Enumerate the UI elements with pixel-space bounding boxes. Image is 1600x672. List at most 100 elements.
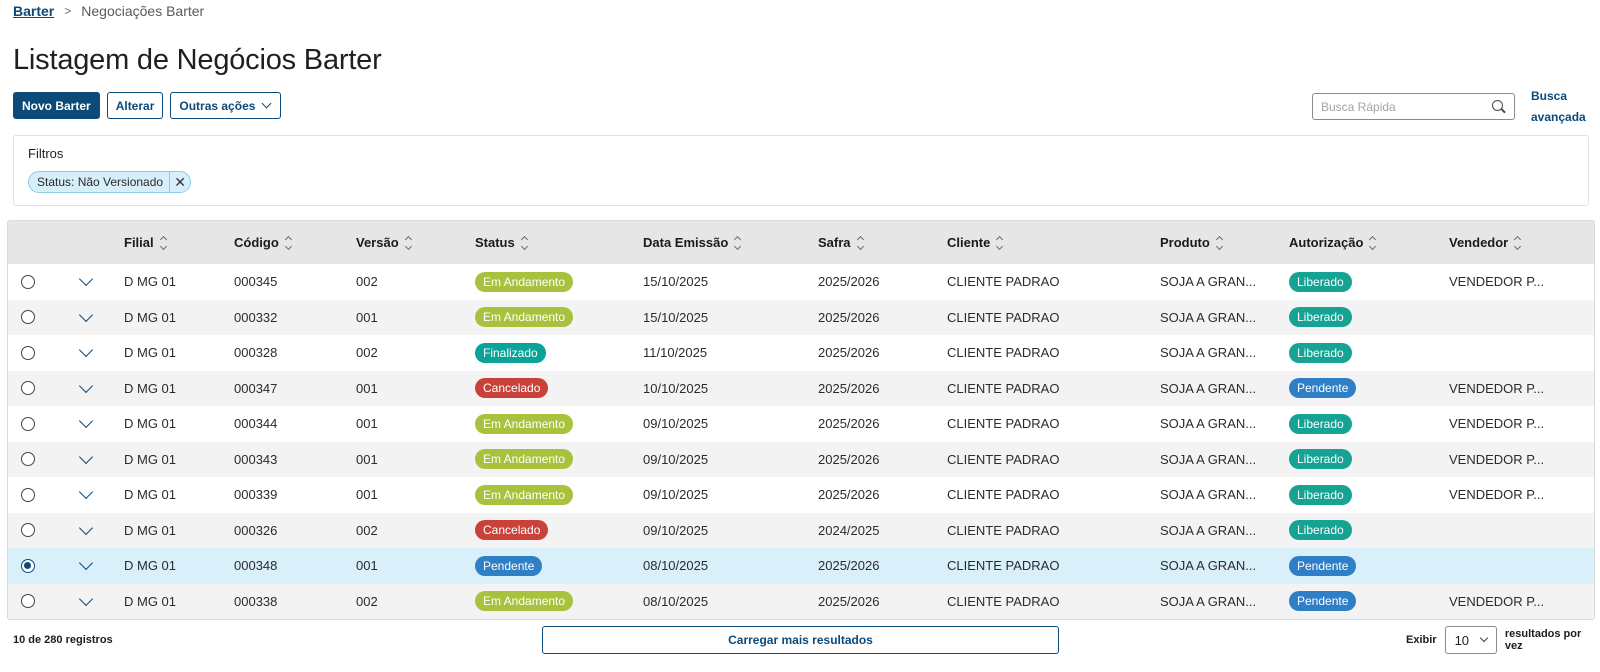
cell-versao: 001 xyxy=(356,442,378,478)
row-select-radio[interactable] xyxy=(21,274,35,289)
cell-data: 15/10/2025 xyxy=(643,300,708,336)
close-icon[interactable]: ✕ xyxy=(169,172,190,192)
cell-filial: D MG 01 xyxy=(124,264,176,300)
cell-text: CLIENTE PADRAO xyxy=(947,416,1060,432)
table-row[interactable]: D MG 01 000339 001 Em Andamento 09/10/2025 20… xyxy=(8,477,1594,513)
column-header-cliente[interactable]: Cliente xyxy=(947,221,1004,264)
chevron-down-icon[interactable] xyxy=(78,343,94,358)
column-header-safra[interactable]: Safra xyxy=(818,221,864,264)
column-header-autorizacao[interactable]: Autorização xyxy=(1289,221,1377,264)
chevron-down-icon[interactable] xyxy=(78,556,94,571)
row-select-radio[interactable] xyxy=(21,594,35,609)
column-header-label: Autorização xyxy=(1289,235,1364,250)
cell-safra: 2025/2026 xyxy=(818,548,879,584)
row-select-cell xyxy=(21,548,35,584)
sort-icon[interactable] xyxy=(1215,235,1223,250)
sort-icon[interactable] xyxy=(856,235,864,250)
chevron-down-icon[interactable] xyxy=(78,307,94,322)
column-header-versao[interactable]: Versão xyxy=(356,221,412,264)
cell-text: D MG 01 xyxy=(124,416,177,432)
cell-cliente: CLIENTE PADRAO xyxy=(947,335,1059,371)
chevron-down-icon[interactable] xyxy=(78,485,94,500)
sort-icon[interactable] xyxy=(404,235,412,250)
column-header-produto[interactable]: Produto xyxy=(1160,221,1223,264)
load-more-button[interactable]: Carregar mais resultados xyxy=(542,626,1059,654)
chevron-down-icon[interactable] xyxy=(78,591,94,606)
cell-text: 09/10/2025 xyxy=(643,522,709,538)
advanced-search-link[interactable]: Busca avançada xyxy=(1531,86,1591,128)
table-row[interactable]: D MG 01 000348 001 Pendente 08/10/2025 2025/2… xyxy=(8,548,1594,584)
table-row[interactable]: D MG 01 000338 002 Em Andamento 08/10/2025 20… xyxy=(8,583,1594,620)
row-select-radio[interactable] xyxy=(21,416,35,431)
row-select-radio[interactable] xyxy=(21,487,35,502)
cell-data: 08/10/2025 xyxy=(643,548,708,584)
row-select-cell xyxy=(21,264,35,300)
row-select-radio[interactable] xyxy=(21,523,35,538)
sort-icon[interactable] xyxy=(284,235,292,250)
quick-search-box xyxy=(1312,93,1515,120)
table-row[interactable]: D MG 01 000344 001 Em Andamento 09/10/2025 20… xyxy=(8,406,1594,442)
sort-icon[interactable] xyxy=(734,235,742,250)
cell-text: D MG 01 xyxy=(124,522,177,538)
cell-filial: D MG 01 xyxy=(124,477,176,513)
search-icon[interactable] xyxy=(1492,99,1506,114)
sort-icon[interactable] xyxy=(1514,235,1522,250)
row-select-radio[interactable] xyxy=(21,381,35,396)
breadcrumb-link-barter[interactable]: Barter xyxy=(13,3,54,19)
chevron-down-icon[interactable] xyxy=(78,414,94,429)
column-header-vendedor[interactable]: Vendedor xyxy=(1449,221,1522,264)
row-expand-cell xyxy=(78,335,94,371)
cell-text: SOJA A GRAN... xyxy=(1160,487,1257,503)
cell-safra: 2025/2026 xyxy=(818,371,879,407)
row-select-cell xyxy=(21,442,35,478)
cell-text: 10/10/2025 xyxy=(643,380,709,396)
column-header-data[interactable]: Data Emissão xyxy=(643,221,742,264)
page-title: Listagem de Negócios Barter xyxy=(13,44,382,76)
cell-codigo: 000348 xyxy=(234,548,277,584)
edit-button[interactable]: Alterar xyxy=(106,92,164,119)
cell-text: D MG 01 xyxy=(124,451,177,467)
table-row[interactable]: D MG 01 000345 002 Em Andamento 15/10/2025 20… xyxy=(8,264,1594,300)
table-row[interactable]: D MG 01 000326 002 Cancelado 09/10/2025 2024/… xyxy=(8,512,1594,548)
quick-search-input[interactable] xyxy=(1321,99,1492,114)
chevron-down-icon[interactable] xyxy=(78,272,94,287)
cell-versao: 001 xyxy=(356,406,378,442)
sort-icon[interactable] xyxy=(996,235,1004,250)
cell-text: 000338 xyxy=(234,593,278,609)
table-row[interactable]: D MG 01 000347 001 Cancelado 10/10/2025 2025/… xyxy=(8,370,1594,407)
cell-data: 09/10/2025 xyxy=(643,442,708,478)
cell-safra: 2025/2026 xyxy=(818,264,879,300)
cell-produto: SOJA A GRAN... xyxy=(1160,264,1256,300)
page-size-select[interactable]: 10 xyxy=(1444,626,1497,654)
cell-codigo: 000328 xyxy=(234,335,277,371)
row-select-cell xyxy=(21,300,35,336)
other-actions-button[interactable]: Outras ações xyxy=(170,92,282,119)
row-select-radio[interactable] xyxy=(21,345,35,360)
cell-produto: SOJA A GRAN... xyxy=(1160,300,1256,336)
sort-icon[interactable] xyxy=(520,235,528,250)
chevron-down-icon[interactable] xyxy=(78,378,94,393)
column-header-filial[interactable]: Filial xyxy=(124,221,167,264)
cell-text: D MG 01 xyxy=(124,558,177,574)
cell-cliente: CLIENTE PADRAO xyxy=(947,371,1059,407)
cell-filial: D MG 01 xyxy=(124,406,176,442)
sort-icon[interactable] xyxy=(1369,235,1377,250)
cell-text: SOJA A GRAN... xyxy=(1160,593,1257,609)
chevron-down-icon[interactable] xyxy=(78,520,94,535)
table-row[interactable]: D MG 01 000332 001 Em Andamento 15/10/2025 20… xyxy=(8,299,1594,336)
cell-cliente: CLIENTE PADRAO xyxy=(947,584,1059,620)
new-barter-button[interactable]: Novo Barter xyxy=(13,92,100,119)
cell-text: VENDEDOR P... xyxy=(1449,274,1545,290)
column-header-codigo[interactable]: Código xyxy=(234,221,292,264)
column-header-status[interactable]: Status xyxy=(475,221,528,264)
table-row[interactable]: D MG 01 000328 002 Finalizado 11/10/2025 2025… xyxy=(8,335,1594,371)
row-select-radio[interactable] xyxy=(21,558,35,573)
row-select-radio[interactable] xyxy=(21,452,35,467)
cell-data: 09/10/2025 xyxy=(643,406,708,442)
cell-codigo: 000343 xyxy=(234,442,277,478)
chevron-down-icon[interactable] xyxy=(78,449,94,464)
row-select-radio[interactable] xyxy=(21,310,35,325)
table-row[interactable]: D MG 01 000343 001 Em Andamento 09/10/2025 20… xyxy=(8,441,1594,478)
cell-versao: 001 xyxy=(356,371,378,407)
sort-icon[interactable] xyxy=(159,235,167,250)
